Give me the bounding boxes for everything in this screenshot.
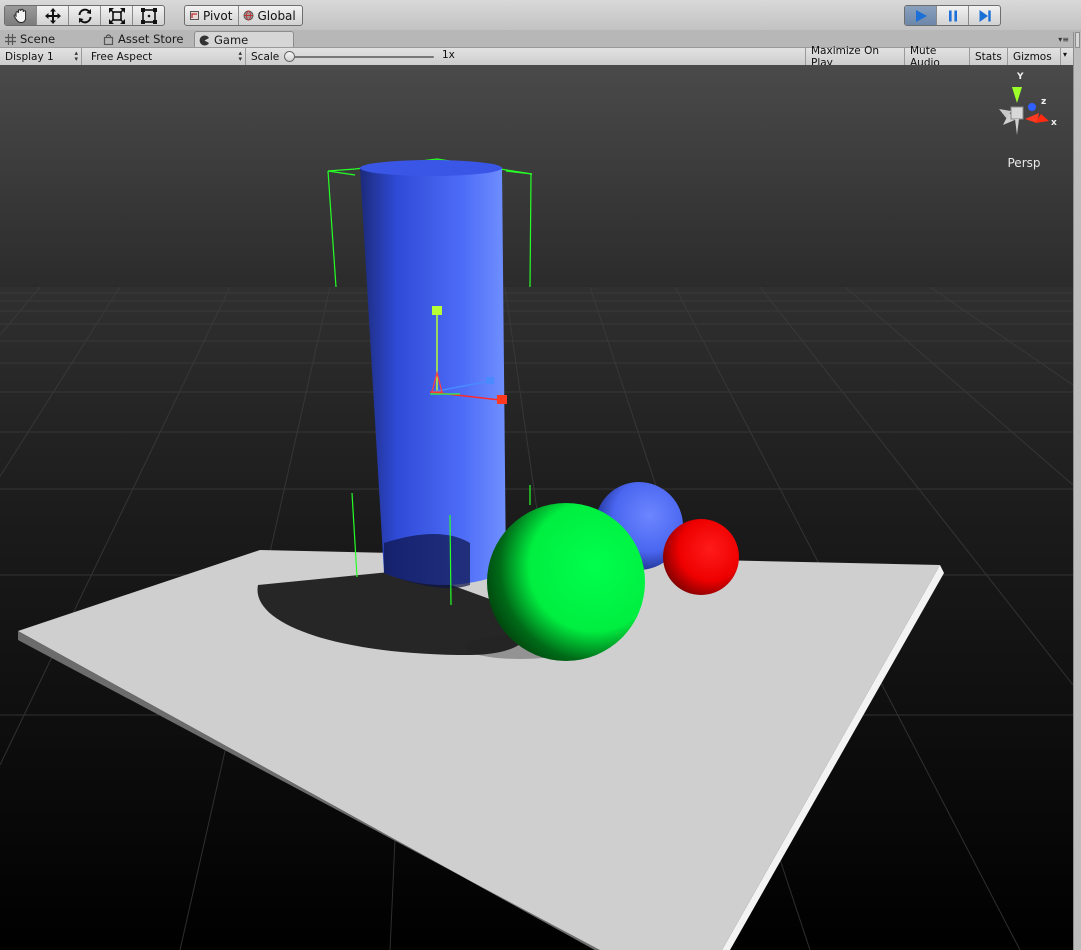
move-tool-button[interactable] xyxy=(37,6,69,25)
tab-game[interactable]: Game xyxy=(194,31,294,48)
dropdown-arrows-icon: ▴ ▾ xyxy=(74,49,78,63)
tab-asset-store-label: Asset Store xyxy=(118,32,184,46)
pacman-icon xyxy=(199,35,209,45)
display-dropdown[interactable]: Display 1 ▴ ▾ xyxy=(0,48,82,65)
scroll-up-arrow[interactable] xyxy=(1075,32,1080,48)
game-view-toolbar: Display 1 ▴ ▾ Free Aspect ▴ ▾ Scale 1x Max… xyxy=(0,45,1073,69)
bag-icon xyxy=(103,33,114,45)
step-button[interactable] xyxy=(969,6,1000,25)
display-label: Display 1 xyxy=(5,50,54,63)
aspect-dropdown[interactable]: Free Aspect ▴ ▾ xyxy=(86,48,246,65)
transform-tools xyxy=(4,5,165,26)
gizmo-y-label: Y xyxy=(1016,72,1024,82)
projection-label[interactable]: Persp xyxy=(1003,156,1045,170)
global-label: Global xyxy=(257,8,296,23)
pause-icon xyxy=(948,10,957,21)
green-sphere xyxy=(487,503,645,661)
scale-icon xyxy=(108,7,125,24)
pivot-global-group: Pivot Global xyxy=(184,5,303,26)
vertical-scrollbar[interactable] xyxy=(1073,32,1081,950)
mute-audio-toggle[interactable]: Mute Audio xyxy=(905,45,970,69)
play-icon xyxy=(915,9,927,22)
pivot-icon xyxy=(190,11,199,20)
stats-label: Stats xyxy=(975,50,1002,63)
scale-value: 1x xyxy=(442,49,455,61)
rect-tool-button[interactable] xyxy=(133,6,164,25)
gizmo-z-label: z xyxy=(1041,97,1046,107)
dropdown-arrows-icon: ▴ ▾ xyxy=(238,49,242,63)
hand-tool-button[interactable] xyxy=(5,6,37,25)
scale-tool-button[interactable] xyxy=(101,6,133,25)
scale-label: Scale xyxy=(251,50,280,63)
gizmos-label: Gizmos xyxy=(1013,50,1052,63)
gizmo-y-cone[interactable] xyxy=(1012,87,1022,103)
scale-slider-track[interactable] xyxy=(286,56,434,58)
rotate-tool-button[interactable] xyxy=(69,6,101,25)
gizmo-z-cone[interactable] xyxy=(1028,103,1036,111)
scene-render xyxy=(0,65,1073,950)
gizmos-dropdown[interactable]: Gizmos ▾ xyxy=(1008,48,1073,65)
gizmo-x-label: x xyxy=(1051,118,1057,128)
tab-game-label: Game xyxy=(214,33,249,47)
playback-controls xyxy=(904,5,1001,26)
aspect-label: Free Aspect xyxy=(91,50,153,63)
cylinder xyxy=(360,168,506,585)
global-button[interactable]: Global xyxy=(239,6,301,25)
step-icon xyxy=(979,9,991,22)
rotate-icon xyxy=(78,8,91,23)
tab-scene[interactable]: Scene xyxy=(1,31,101,47)
scale-control: Scale 1x xyxy=(246,48,466,65)
rect-icon xyxy=(140,7,157,24)
hand-icon xyxy=(13,8,26,23)
red-sphere xyxy=(663,519,739,595)
tab-asset-store[interactable]: Asset Store xyxy=(99,31,195,47)
main-toolbar: Pivot Global xyxy=(0,0,1081,31)
maximize-on-play-toggle[interactable]: Maximize On Play xyxy=(805,45,905,69)
gizmos-arrow-icon[interactable]: ▾ xyxy=(1060,48,1067,65)
pause-button[interactable] xyxy=(937,6,969,25)
scale-slider-thumb[interactable] xyxy=(284,51,295,62)
sky xyxy=(0,65,1073,287)
tab-menu-icon[interactable]: ▾≡ xyxy=(1058,35,1069,44)
play-button[interactable] xyxy=(905,6,937,25)
game-viewport[interactable]: Y z x Persp xyxy=(0,65,1073,950)
stats-toggle[interactable]: Stats xyxy=(970,48,1008,65)
grid-icon xyxy=(5,33,16,45)
pivot-label: Pivot xyxy=(203,8,233,23)
cylinder-top xyxy=(360,160,502,176)
pivot-button[interactable]: Pivot xyxy=(185,6,240,25)
globe-icon xyxy=(243,10,254,21)
move-icon xyxy=(44,7,61,24)
tab-scene-label: Scene xyxy=(20,32,56,46)
